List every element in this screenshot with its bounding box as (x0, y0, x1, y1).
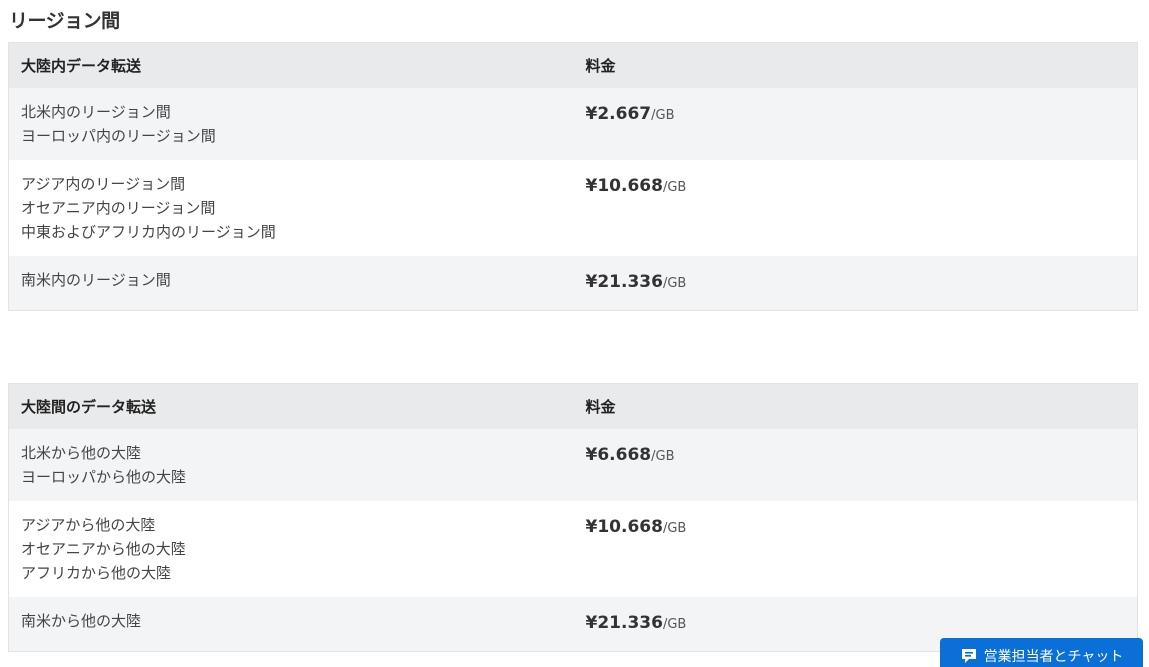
price-amount: ¥2.667 (585, 103, 652, 124)
chat-button-label: 営業担当者とチャット (983, 648, 1124, 665)
region-name: アジア内のリージョン間 (21, 174, 186, 193)
table-header-row: 大陸間のデータ転送 料金 (8, 383, 1138, 429)
price-cell: ¥2.667/GB (573, 87, 1138, 160)
region-name: 北米内のリージョン間 (21, 102, 171, 121)
price-cell: ¥6.668/GB (573, 428, 1138, 501)
chat-with-sales-button[interactable]: 営業担当者とチャット (940, 638, 1143, 667)
region-column-header: 大陸内データ転送 (8, 42, 574, 88)
table-row: アジアから他の大陸 オセアニアから他の大陸 アフリカから他の大陸 ¥10.668… (8, 500, 1138, 597)
region-cell: 南米内のリージョン間 (8, 255, 574, 310)
price-column-header: 料金 (573, 383, 1138, 429)
price-amount: ¥21.336 (585, 612, 663, 633)
region-cell: アジア内のリージョン間 オセアニア内のリージョン間 中東およびアフリカ内のリージ… (8, 159, 574, 256)
price-unit: /GB (662, 520, 687, 536)
table-row: アジア内のリージョン間 オセアニア内のリージョン間 中東およびアフリカ内のリージ… (8, 159, 1138, 256)
price-cell: ¥10.668/GB (573, 159, 1138, 256)
price-amount: ¥21.336 (585, 271, 663, 292)
region-name: ヨーロッパ内のリージョン間 (21, 126, 216, 145)
price-cell: ¥21.336/GB (573, 255, 1138, 310)
page: リージョン間 大陸内データ転送 料金 北米内のリージョン間 ヨーロッパ内のリージ… (0, 0, 1149, 667)
inter-continent-table: 大陸間のデータ転送 料金 北米から他の大陸 ヨーロッパから他の大陸 ¥6.668… (8, 383, 1138, 652)
price-column-header: 料金 (573, 42, 1138, 88)
region-name: 中東およびアフリカ内のリージョン間 (21, 222, 276, 241)
region-name: オセアニアから他の大陸 (21, 539, 186, 558)
region-name: 北米から他の大陸 (21, 443, 142, 462)
price-unit: /GB (662, 275, 687, 291)
price-amount: ¥10.668 (585, 516, 663, 537)
region-name: 南米から他の大陸 (21, 611, 142, 630)
region-cell: 北米から他の大陸 ヨーロッパから他の大陸 (8, 428, 574, 501)
chat-bubble-icon (960, 647, 978, 665)
region-name: アジアから他の大陸 (21, 515, 156, 534)
price-unit: /GB (651, 107, 675, 123)
table-row: 北米内のリージョン間 ヨーロッパ内のリージョン間 ¥2.667/GB (8, 87, 1138, 160)
region-name: ヨーロッパから他の大陸 (21, 467, 187, 486)
price-unit: /GB (651, 448, 675, 464)
price-cell: ¥10.668/GB (573, 500, 1138, 597)
region-cell: 北米内のリージョン間 ヨーロッパ内のリージョン間 (8, 87, 574, 160)
price-unit: /GB (662, 616, 687, 632)
region-name: オセアニア内のリージョン間 (21, 198, 216, 217)
table-header-row: 大陸内データ転送 料金 (8, 42, 1138, 88)
region-column-header: 大陸間のデータ転送 (8, 383, 574, 429)
region-name: アフリカから他の大陸 (21, 563, 172, 582)
table-row: 北米から他の大陸 ヨーロッパから他の大陸 ¥6.668/GB (8, 428, 1138, 501)
region-cell: アジアから他の大陸 オセアニアから他の大陸 アフリカから他の大陸 (8, 500, 574, 597)
region-name: 南米内のリージョン間 (21, 270, 171, 289)
section-title: リージョン間 (9, 10, 120, 32)
table-row: 南米内のリージョン間 ¥21.336/GB (8, 255, 1138, 310)
price-amount: ¥10.668 (585, 175, 663, 196)
intra-continent-table: 大陸内データ転送 料金 北米内のリージョン間 ヨーロッパ内のリージョン間 ¥2.… (8, 42, 1138, 311)
price-unit: /GB (662, 179, 687, 195)
price-amount: ¥6.668 (585, 444, 652, 465)
region-cell: 南米から他の大陸 (8, 596, 574, 651)
